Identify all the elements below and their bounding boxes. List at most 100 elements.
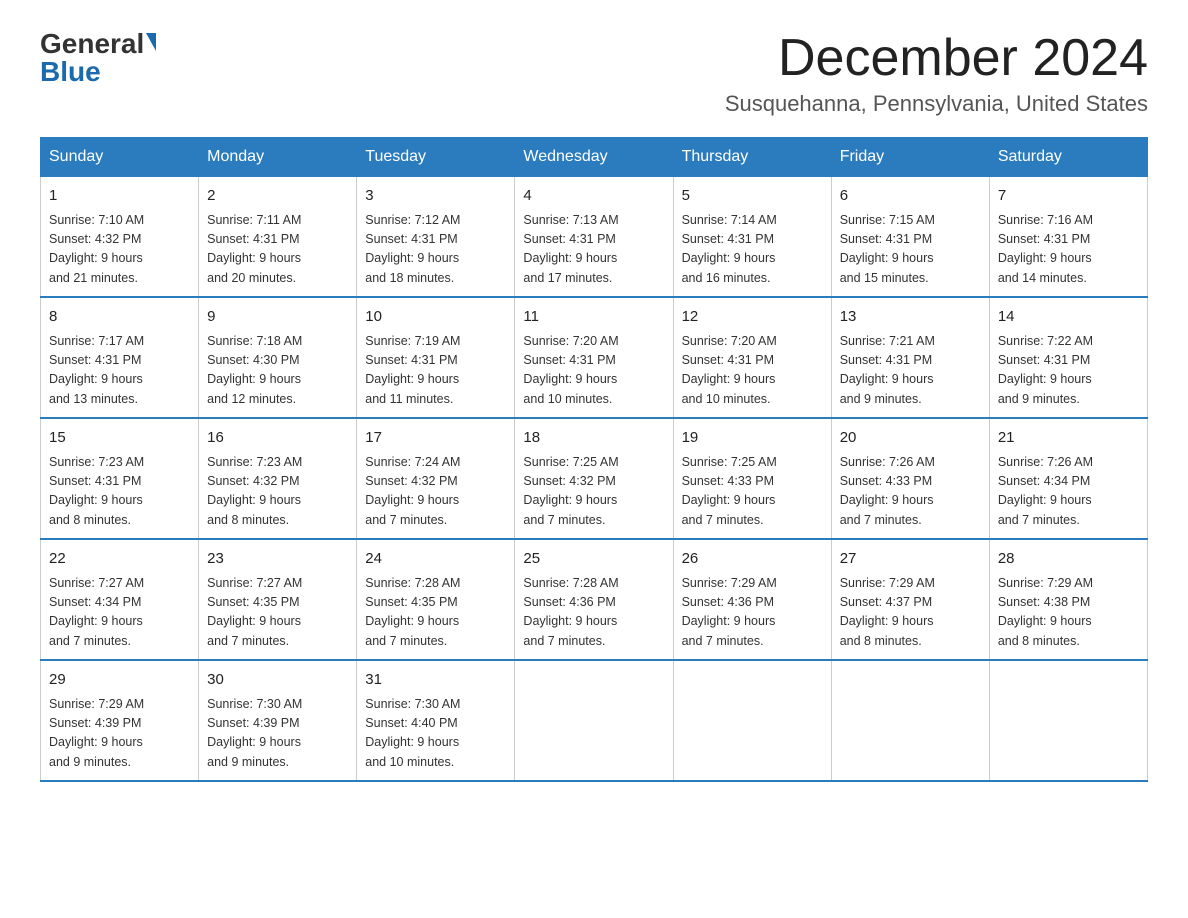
day-info: Sunrise: 7:14 AMSunset: 4:31 PMDaylight:… (682, 211, 823, 289)
day-number: 22 (49, 548, 190, 571)
day-info: Sunrise: 7:12 AMSunset: 4:31 PMDaylight:… (365, 211, 506, 289)
calendar-cell: 2Sunrise: 7:11 AMSunset: 4:31 PMDaylight… (199, 177, 357, 298)
day-info: Sunrise: 7:30 AMSunset: 4:40 PMDaylight:… (365, 695, 506, 773)
weekday-header-friday: Friday (831, 138, 989, 177)
day-number: 25 (523, 548, 664, 571)
month-title: December 2024 (725, 30, 1148, 87)
day-info: Sunrise: 7:20 AMSunset: 4:31 PMDaylight:… (523, 332, 664, 410)
day-number: 24 (365, 548, 506, 571)
calendar-cell: 30 Sunrise: 7:30 AMSunset: 4:39 PMDayligh… (199, 660, 357, 781)
calendar-cell: 23Sunrise: 7:27 AMSunset: 4:35 PMDayligh… (199, 539, 357, 660)
week-row-4: 22Sunrise: 7:27 AMSunset: 4:34 PMDayligh… (41, 539, 1148, 660)
calendar-cell: 13 Sunrise: 7:21 AMSunset: 4:31 PMDayligh… (831, 297, 989, 418)
week-row-3: 15 Sunrise: 7:23 AMSunset: 4:31 PMDayligh… (41, 418, 1148, 539)
day-info: Sunrise: 7:24 AMSunset: 4:32 PMDaylight:… (365, 453, 506, 531)
calendar-cell (831, 660, 989, 781)
logo-blue: Blue (40, 58, 101, 86)
day-number: 18 (523, 427, 664, 450)
calendar-cell: 27 Sunrise: 7:29 AMSunset: 4:37 PMDayligh… (831, 539, 989, 660)
day-info: Sunrise: 7:29 AMSunset: 4:38 PMDaylight:… (998, 574, 1139, 652)
calendar-cell: 16Sunrise: 7:23 AMSunset: 4:32 PMDayligh… (199, 418, 357, 539)
calendar-cell: 21 Sunrise: 7:26 AMSunset: 4:34 PMDayligh… (989, 418, 1147, 539)
day-number: 12 (682, 306, 823, 329)
day-info: Sunrise: 7:29 AMSunset: 4:37 PMDaylight:… (840, 574, 981, 652)
calendar-cell: 14Sunrise: 7:22 AMSunset: 4:31 PMDayligh… (989, 297, 1147, 418)
day-number: 1 (49, 185, 190, 208)
day-info: Sunrise: 7:25 AMSunset: 4:32 PMDaylight:… (523, 453, 664, 531)
calendar-cell (673, 660, 831, 781)
logo: General Blue (40, 30, 156, 86)
calendar-cell: 19Sunrise: 7:25 AMSunset: 4:33 PMDayligh… (673, 418, 831, 539)
calendar-cell: 22Sunrise: 7:27 AMSunset: 4:34 PMDayligh… (41, 539, 199, 660)
calendar-cell: 1 Sunrise: 7:10 AMSunset: 4:32 PMDaylight… (41, 177, 199, 298)
calendar-cell (989, 660, 1147, 781)
day-info: Sunrise: 7:26 AMSunset: 4:34 PMDaylight:… (998, 453, 1139, 531)
title-area: December 2024 Susquehanna, Pennsylvania,… (725, 30, 1148, 117)
calendar-cell: 8Sunrise: 7:17 AMSunset: 4:31 PMDaylight… (41, 297, 199, 418)
calendar-table: SundayMondayTuesdayWednesdayThursdayFrid… (40, 137, 1148, 782)
day-info: Sunrise: 7:20 AMSunset: 4:31 PMDaylight:… (682, 332, 823, 410)
calendar-cell: 5 Sunrise: 7:14 AMSunset: 4:31 PMDaylight… (673, 177, 831, 298)
day-number: 15 (49, 427, 190, 450)
day-number: 19 (682, 427, 823, 450)
logo-general: General (40, 30, 144, 58)
day-info: Sunrise: 7:23 AMSunset: 4:31 PMDaylight:… (49, 453, 190, 531)
weekday-header-saturday: Saturday (989, 138, 1147, 177)
page-header: General Blue December 2024 Susquehanna, … (40, 30, 1148, 117)
weekday-header-tuesday: Tuesday (357, 138, 515, 177)
weekday-header-thursday: Thursday (673, 138, 831, 177)
day-info: Sunrise: 7:19 AMSunset: 4:31 PMDaylight:… (365, 332, 506, 410)
day-number: 27 (840, 548, 981, 571)
day-info: Sunrise: 7:18 AMSunset: 4:30 PMDaylight:… (207, 332, 348, 410)
day-number: 17 (365, 427, 506, 450)
day-number: 10 (365, 306, 506, 329)
calendar-cell: 4 Sunrise: 7:13 AMSunset: 4:31 PMDaylight… (515, 177, 673, 298)
calendar-cell: 25Sunrise: 7:28 AMSunset: 4:36 PMDayligh… (515, 539, 673, 660)
day-number: 30 (207, 669, 348, 692)
day-info: Sunrise: 7:28 AMSunset: 4:35 PMDaylight:… (365, 574, 506, 652)
day-info: Sunrise: 7:15 AMSunset: 4:31 PMDaylight:… (840, 211, 981, 289)
day-info: Sunrise: 7:11 AMSunset: 4:31 PMDaylight:… (207, 211, 348, 289)
day-number: 5 (682, 185, 823, 208)
day-info: Sunrise: 7:29 AMSunset: 4:36 PMDaylight:… (682, 574, 823, 652)
calendar-cell (515, 660, 673, 781)
weekday-header-sunday: Sunday (41, 138, 199, 177)
weekday-header-row: SundayMondayTuesdayWednesdayThursdayFrid… (41, 138, 1148, 177)
day-number: 4 (523, 185, 664, 208)
day-number: 3 (365, 185, 506, 208)
day-number: 21 (998, 427, 1139, 450)
week-row-1: 1 Sunrise: 7:10 AMSunset: 4:32 PMDaylight… (41, 177, 1148, 298)
day-info: Sunrise: 7:27 AMSunset: 4:35 PMDaylight:… (207, 574, 348, 652)
calendar-cell: 12 Sunrise: 7:20 AMSunset: 4:31 PMDayligh… (673, 297, 831, 418)
calendar-cell: 28Sunrise: 7:29 AMSunset: 4:38 PMDayligh… (989, 539, 1147, 660)
day-number: 20 (840, 427, 981, 450)
calendar-cell: 26 Sunrise: 7:29 AMSunset: 4:36 PMDayligh… (673, 539, 831, 660)
calendar-cell: 15 Sunrise: 7:23 AMSunset: 4:31 PMDayligh… (41, 418, 199, 539)
day-info: Sunrise: 7:29 AMSunset: 4:39 PMDaylight:… (49, 695, 190, 773)
day-number: 29 (49, 669, 190, 692)
day-info: Sunrise: 7:17 AMSunset: 4:31 PMDaylight:… (49, 332, 190, 410)
day-number: 31 (365, 669, 506, 692)
day-number: 11 (523, 306, 664, 329)
week-row-5: 29 Sunrise: 7:29 AMSunset: 4:39 PMDayligh… (41, 660, 1148, 781)
calendar-cell: 7 Sunrise: 7:16 AMSunset: 4:31 PMDaylight… (989, 177, 1147, 298)
calendar-cell: 11 Sunrise: 7:20 AMSunset: 4:31 PMDayligh… (515, 297, 673, 418)
day-number: 13 (840, 306, 981, 329)
weekday-header-wednesday: Wednesday (515, 138, 673, 177)
day-info: Sunrise: 7:22 AMSunset: 4:31 PMDaylight:… (998, 332, 1139, 410)
calendar-cell: 17 Sunrise: 7:24 AMSunset: 4:32 PMDayligh… (357, 418, 515, 539)
day-number: 16 (207, 427, 348, 450)
day-info: Sunrise: 7:13 AMSunset: 4:31 PMDaylight:… (523, 211, 664, 289)
location-title: Susquehanna, Pennsylvania, United States (725, 91, 1148, 117)
calendar-cell: 18 Sunrise: 7:25 AMSunset: 4:32 PMDayligh… (515, 418, 673, 539)
calendar-cell: 29 Sunrise: 7:29 AMSunset: 4:39 PMDayligh… (41, 660, 199, 781)
day-info: Sunrise: 7:16 AMSunset: 4:31 PMDaylight:… (998, 211, 1139, 289)
day-info: Sunrise: 7:21 AMSunset: 4:31 PMDaylight:… (840, 332, 981, 410)
calendar-cell: 3 Sunrise: 7:12 AMSunset: 4:31 PMDaylight… (357, 177, 515, 298)
day-number: 7 (998, 185, 1139, 208)
day-number: 26 (682, 548, 823, 571)
day-info: Sunrise: 7:10 AMSunset: 4:32 PMDaylight:… (49, 211, 190, 289)
week-row-2: 8Sunrise: 7:17 AMSunset: 4:31 PMDaylight… (41, 297, 1148, 418)
calendar-cell: 31 Sunrise: 7:30 AMSunset: 4:40 PMDayligh… (357, 660, 515, 781)
day-info: Sunrise: 7:30 AMSunset: 4:39 PMDaylight:… (207, 695, 348, 773)
